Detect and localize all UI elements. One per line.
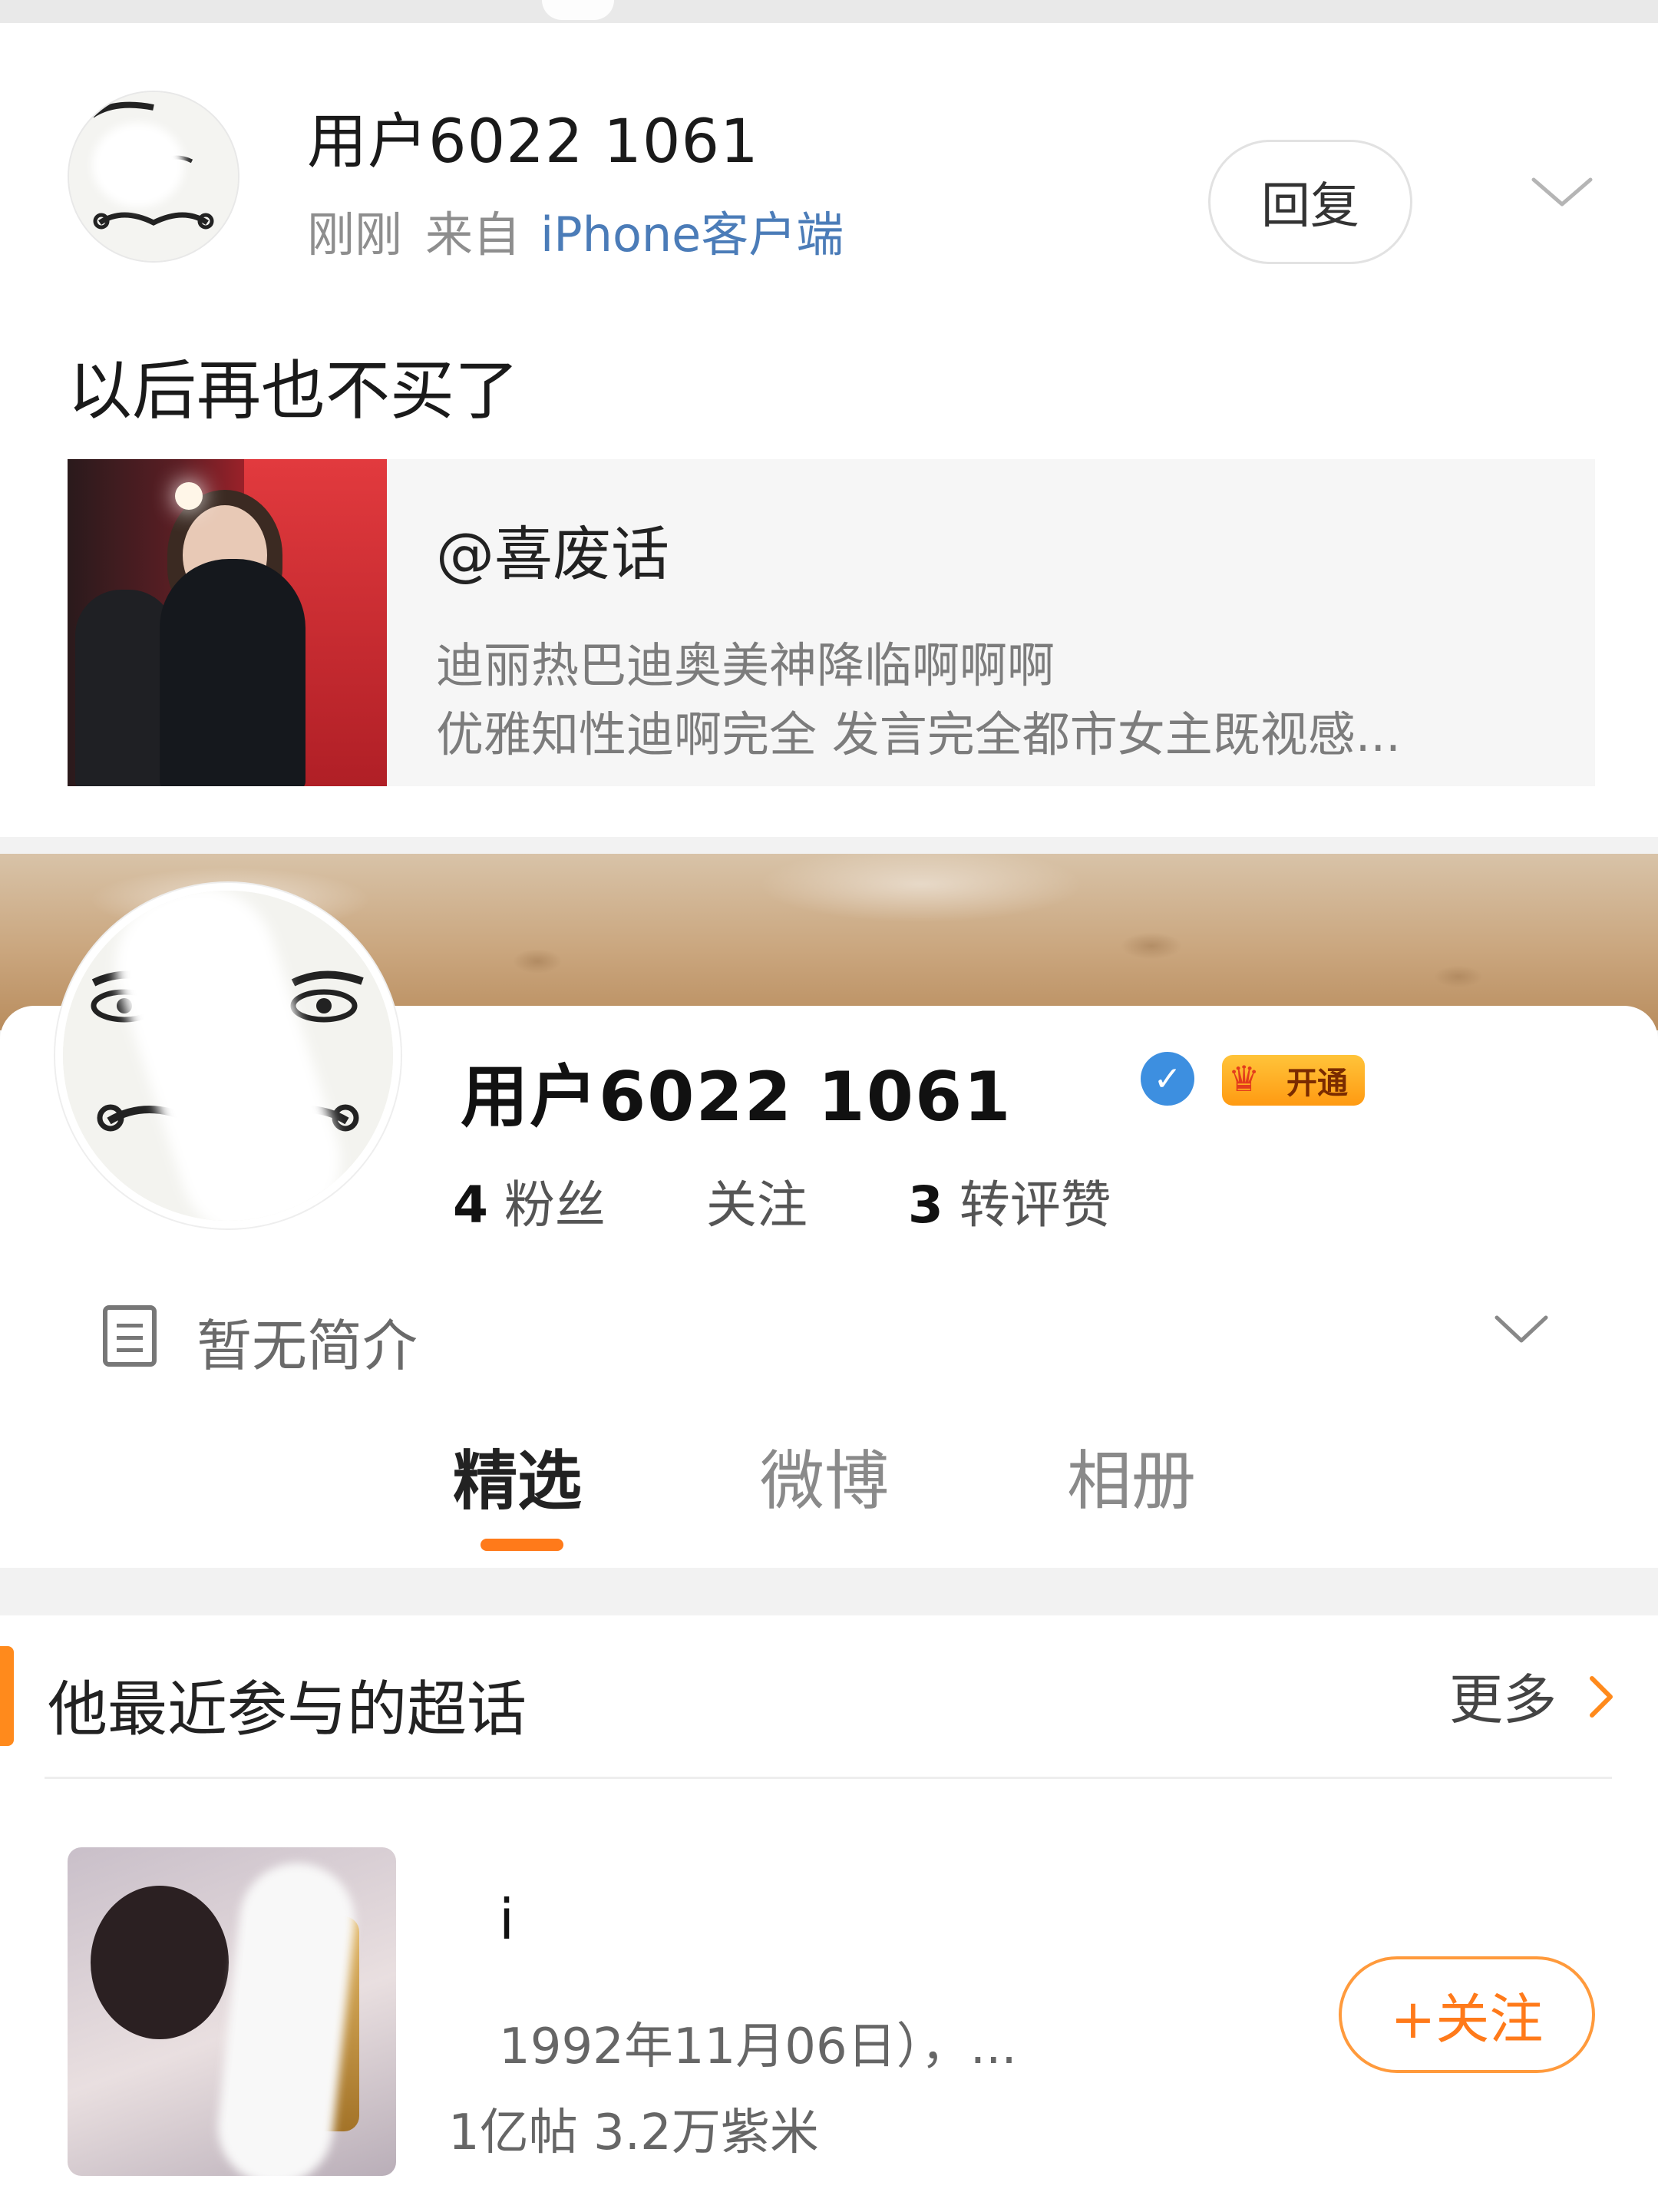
pull-indicator bbox=[542, 0, 614, 20]
comment-meta: 刚刚 来自 iPhone客户端 bbox=[307, 196, 844, 265]
quoted-post-image bbox=[68, 459, 387, 786]
more-link[interactable]: 更多 bbox=[1449, 1657, 1557, 1734]
section-title: 他最近参与的超话 bbox=[48, 1675, 527, 1744]
quoted-post-line1: 迪丽热巴迪奥美神降临啊啊啊 bbox=[436, 637, 1055, 693]
tab-weibo[interactable]: 微博 bbox=[760, 1430, 889, 1523]
profile-bio: 暂无简介 bbox=[197, 1314, 418, 1378]
fans-count[interactable]: 4 bbox=[453, 1175, 488, 1235]
profile-tabs: 精选 微博 相册 bbox=[0, 1430, 1658, 1568]
chevron-right-icon[interactable] bbox=[1586, 1672, 1617, 1721]
reply-button[interactable]: 回复 bbox=[1208, 140, 1412, 264]
comment-time: 刚刚 bbox=[307, 207, 403, 263]
profile-stats: 4 粉丝 关注 3 转评赞 bbox=[453, 1164, 1111, 1238]
vip-label: 开通 bbox=[1286, 1066, 1348, 1101]
super-topic-section: 他最近参与的超话 更多 i 1992年11月06日），... 1亿帖 3.2万紫… bbox=[0, 1615, 1658, 2212]
quoted-post[interactable]: @喜废话 迪丽热巴迪奥美神降临啊啊啊 优雅知性迪啊完全 发言完全都市女主既视感.… bbox=[68, 459, 1595, 786]
follow-label[interactable]: 关注 bbox=[706, 1175, 808, 1235]
tab-active-indicator bbox=[481, 1539, 563, 1551]
verified-icon[interactable]: ✓ bbox=[1141, 1052, 1194, 1106]
chevron-down-icon[interactable] bbox=[1492, 1308, 1551, 1351]
fans-label[interactable]: 粉丝 bbox=[504, 1175, 606, 1235]
interact-count[interactable]: 3 bbox=[908, 1175, 943, 1235]
super-topic-thumbnail[interactable] bbox=[68, 1847, 396, 2176]
section-accent-bar bbox=[0, 1646, 14, 1746]
profile-avatar[interactable] bbox=[55, 883, 401, 1228]
avatar-blur bbox=[92, 123, 184, 207]
comment-avatar[interactable] bbox=[68, 91, 239, 263]
super-topic-stats: 1亿帖 3.2万紫米 bbox=[448, 2105, 819, 2161]
comment-card: 用户6022 1061 刚刚 来自 iPhone客户端 回复 以后再也不买了 @喜废… bbox=[0, 23, 1658, 837]
comment-username[interactable]: 用户6022 1061 bbox=[307, 94, 759, 180]
profile-name: 用户6022 1061 bbox=[461, 1057, 1012, 1136]
vip-badge[interactable]: ♛ 开通 bbox=[1222, 1055, 1365, 1106]
top-strip bbox=[0, 0, 1658, 23]
tab-album[interactable]: 相册 bbox=[1067, 1430, 1196, 1523]
comment-text: 以后再也不买了 bbox=[68, 353, 520, 428]
tab-featured[interactable]: 精选 bbox=[453, 1430, 582, 1523]
interact-label[interactable]: 转评赞 bbox=[959, 1175, 1111, 1235]
super-topic-name[interactable]: i bbox=[499, 1887, 514, 1952]
quoted-post-author[interactable]: @喜废话 bbox=[436, 507, 669, 591]
comment-source[interactable]: iPhone客户端 bbox=[540, 207, 844, 263]
section-divider bbox=[45, 1777, 1612, 1779]
comment-from-label: 来自 bbox=[425, 207, 521, 263]
follow-button[interactable]: +关注 bbox=[1339, 1956, 1595, 2073]
quoted-post-line2: 优雅知性迪啊完全 发言完全都市女主既视感... bbox=[436, 706, 1401, 762]
chevron-down-icon[interactable] bbox=[1528, 169, 1597, 215]
crown-icon: ♛ bbox=[1228, 1058, 1260, 1099]
document-icon bbox=[103, 1305, 157, 1367]
super-topic-desc: 1992年11月06日），... bbox=[499, 2019, 1017, 2075]
